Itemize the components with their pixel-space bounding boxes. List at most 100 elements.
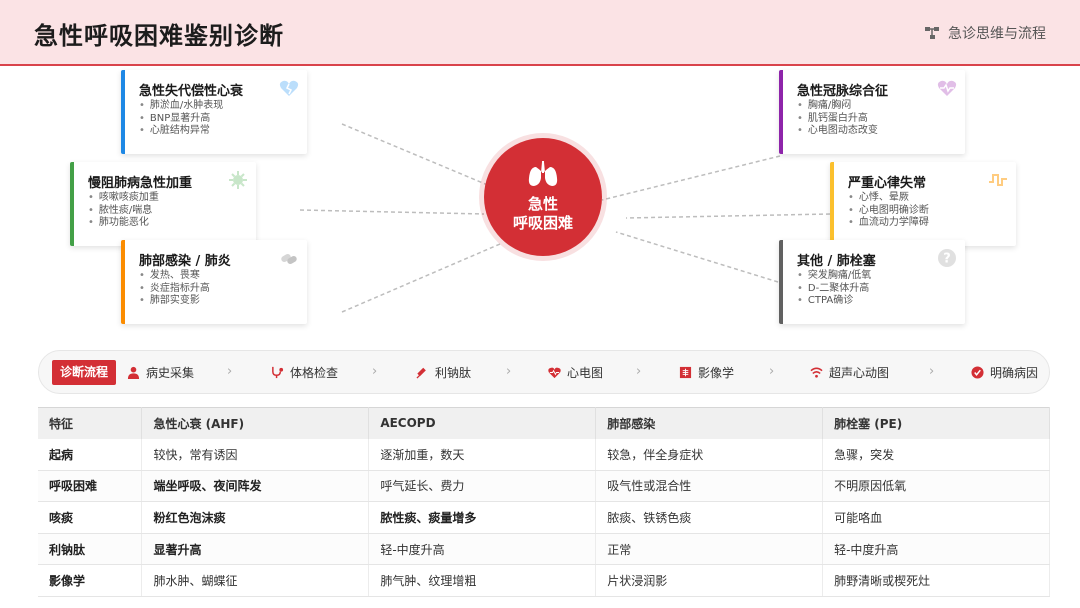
table-row: 呼吸困难 端坐呼吸、夜间阵发 呼气延长、费力 吸气性或混合性 不明原因低氧	[38, 470, 1050, 503]
table-cell: 脓性痰、痰量增多	[368, 501, 597, 534]
list-item: 心悸、晕厥	[848, 192, 929, 205]
chevron-right-icon: ›	[227, 364, 233, 379]
heart-pulse-icon	[937, 80, 957, 96]
column-header: 急性心衰 (AHF)	[141, 407, 370, 439]
flow-step-imaging[interactable]: 影像学	[679, 364, 734, 381]
feature-cell: 影像学	[38, 564, 143, 597]
check-circle-icon	[971, 366, 984, 379]
card-acs[interactable]: 急性冠脉综合征 胸痛/胸闷 肌钙蛋白升高 心电图动态改变	[779, 70, 965, 154]
header-bar: 急性呼吸困难鉴别诊断 急诊思维与流程	[0, 0, 1080, 66]
card-arrhythmia[interactable]: 严重心律失常 心悸、晕厥 心电图明确诊断 血流动力学障碍	[830, 162, 1016, 246]
table-cell: 轻-中度升高	[822, 533, 1050, 566]
card-list: 咳嗽咳痰加重 脓性痰/喘息 肺功能恶化	[88, 192, 159, 230]
chevron-right-icon: ›	[372, 364, 378, 379]
list-item: 胸痛/胸闷	[797, 100, 878, 113]
center-node: 急性 呼吸困难	[484, 138, 602, 256]
table-cell: 逐渐加重，数天	[368, 438, 597, 471]
table-cell: 正常	[595, 533, 824, 566]
list-item: D-二聚体升高	[797, 283, 871, 296]
card-list: 发热、畏寒 炎症指标升高 肺部实变影	[139, 270, 210, 308]
feature-cell: 起病	[38, 438, 143, 471]
column-header: AECOPD	[368, 407, 597, 439]
bacteria-icon	[281, 254, 297, 264]
stethoscope-icon	[272, 366, 284, 379]
flow-step-bnp[interactable]: 利钠肽	[416, 364, 471, 381]
list-item: 发热、畏寒	[139, 270, 210, 283]
table-cell: 端坐呼吸、夜间阵发	[141, 470, 370, 503]
list-item: 肌钙蛋白升高	[797, 113, 878, 126]
card-title: 急性失代偿性心衰	[139, 84, 244, 99]
table-cell: 片状浸润影	[595, 564, 824, 597]
table-cell: 不明原因低氧	[822, 470, 1050, 503]
table-cell: 吸气性或混合性	[595, 470, 824, 503]
column-header: 特征	[38, 407, 143, 439]
flow-step-exam[interactable]: 体格检查	[271, 364, 338, 381]
list-item: 脓性痰/喘息	[88, 205, 159, 218]
card-title: 肺部感染 / 肺炎	[139, 254, 231, 269]
virus-icon	[229, 171, 247, 189]
card-list: 心悸、晕厥 心电图明确诊断 血流动力学障碍	[848, 192, 929, 230]
card-pneumonia[interactable]: 肺部感染 / 肺炎 发热、畏寒 炎症指标升高 肺部实变影	[121, 240, 307, 324]
header-tag: 急诊思维与流程	[924, 23, 1046, 43]
flow-step-ecg[interactable]: 心电图	[548, 364, 603, 381]
table-cell: 可能咯血	[822, 501, 1050, 534]
column-header: 肺部感染	[595, 407, 824, 439]
table-cell: 呼气延长、费力	[368, 470, 597, 503]
table-cell: 粉红色泡沫痰	[141, 501, 370, 534]
chevron-right-icon: ›	[769, 364, 775, 379]
flow-step-diagnosis[interactable]: 明确病因	[971, 364, 1038, 381]
flow-step-label: 影像学	[698, 366, 735, 380]
table-cell: 轻-中度升高	[368, 533, 597, 566]
list-item: 心脏结构异常	[139, 125, 223, 138]
flow-label: 诊断流程	[52, 360, 116, 385]
flow-step-label: 明确病因	[990, 366, 1039, 380]
table-cell: 肺野清晰或楔死灶	[822, 564, 1050, 597]
chevron-right-icon: ›	[636, 364, 642, 379]
flow-step-echo[interactable]: 超声心动图	[810, 364, 889, 381]
user-injured-icon	[127, 366, 140, 379]
lungs-icon	[528, 161, 558, 186]
feature-cell: 咳痰	[38, 501, 143, 534]
flow-step-label: 超声心动图	[829, 366, 890, 380]
card-pe[interactable]: 其他 / 肺栓塞 突发胸痛/低氧 D-二聚体升高 CTPA确诊 ?	[779, 240, 965, 324]
table-cell: 较急，伴全身症状	[595, 438, 824, 471]
list-item: CTPA确诊	[797, 295, 871, 308]
chevron-right-icon: ›	[929, 364, 935, 379]
card-aecopd[interactable]: 慢阻肺病急性加重 咳嗽咳痰加重 脓性痰/喘息 肺功能恶化	[70, 162, 256, 246]
diagnostic-flow-bar: 诊断流程 病史采集 › 体格检查 › 利钠肽 › 心电图 › 影像学 › 超声心…	[38, 350, 1050, 394]
table-cell: 显著升高	[141, 533, 370, 566]
table-row: 利钠肽 显著升高 轻-中度升高 正常 轻-中度升高	[38, 533, 1050, 566]
card-list: 肺淤血/水肿表现 BNP显著升高 心脏结构异常	[139, 100, 223, 138]
card-title: 严重心律失常	[848, 176, 927, 191]
list-item: 咳嗽咳痰加重	[88, 192, 159, 205]
svg-text:?: ?	[943, 252, 951, 267]
center-label-line2: 呼吸困难	[512, 214, 573, 232]
header-tag-label: 急诊思维与流程	[948, 26, 1046, 42]
list-item: 突发胸痛/低氧	[797, 270, 871, 283]
feature-cell: 利钠肽	[38, 533, 143, 566]
list-item: 肺部实变影	[139, 295, 210, 308]
table-cell: 脓痰、铁锈色痰	[595, 501, 824, 534]
list-item: 炎症指标升高	[139, 283, 210, 296]
network-icon	[925, 27, 939, 39]
xray-icon	[679, 366, 692, 379]
column-header: 肺栓塞 (PE)	[822, 407, 1050, 439]
card-list: 突发胸痛/低氧 D-二聚体升高 CTPA确诊	[797, 270, 871, 308]
table-row: 起病 较快，常有诱因 逐渐加重，数天 较急，伴全身症状 急骤，突发	[38, 438, 1050, 471]
table-cell: 急骤，突发	[822, 438, 1050, 471]
table-cell: 肺水肿、蝴蝶征	[141, 564, 370, 597]
wifi-icon	[810, 367, 823, 378]
center-label-line1: 急性	[527, 195, 558, 213]
flow-step-label: 心电图	[567, 366, 604, 380]
flow-step-label: 病史采集	[146, 366, 195, 380]
comparison-table: 特征 急性心衰 (AHF) AECOPD 肺部感染 肺栓塞 (PE) 起病 较快…	[38, 407, 1050, 597]
wave-square-icon	[989, 174, 1007, 186]
list-item: 心电图明确诊断	[848, 205, 929, 218]
flow-step-history[interactable]: 病史采集	[127, 364, 194, 381]
heartbeat-icon	[548, 367, 561, 379]
card-ahf[interactable]: 急性失代偿性心衰 肺淤血/水肿表现 BNP显著升高 心脏结构异常	[121, 70, 307, 154]
card-title: 慢阻肺病急性加重	[88, 176, 193, 191]
chevron-right-icon: ›	[506, 364, 512, 379]
table-row: 咳痰 粉红色泡沫痰 脓性痰、痰量增多 脓痰、铁锈色痰 可能咯血	[38, 501, 1050, 534]
table-cell: 肺气肿、纹理增粗	[368, 564, 597, 597]
